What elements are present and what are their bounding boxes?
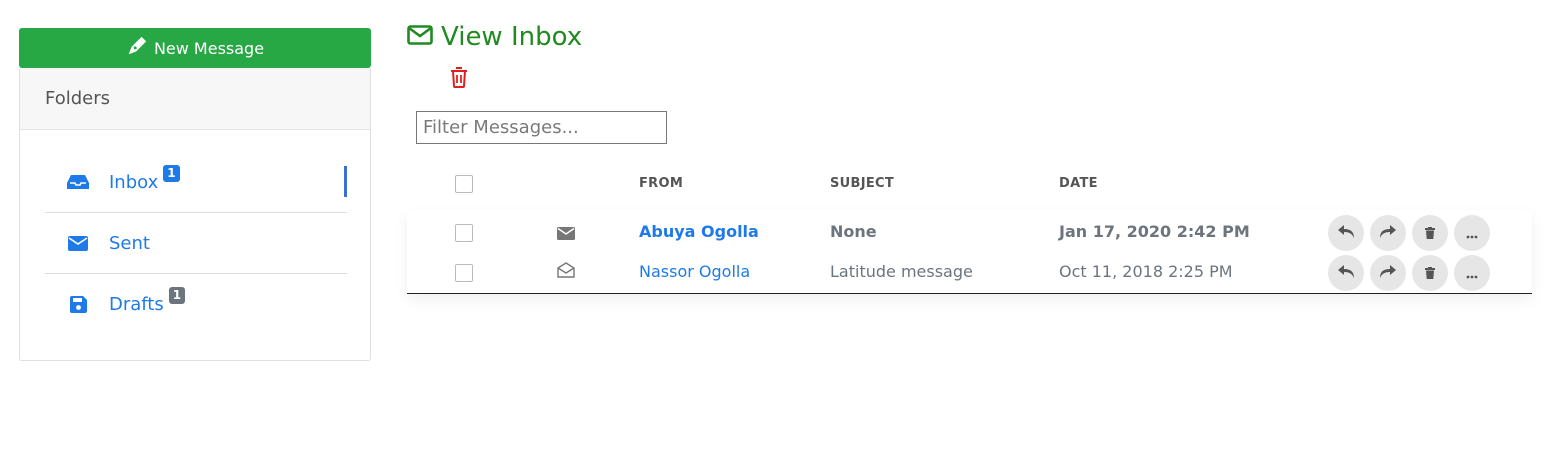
floppy-icon — [67, 296, 89, 313]
message-date: Oct 11, 2018 2:25 PM — [1059, 262, 1233, 281]
message-date: Jan 17, 2020 2:42 PM — [1059, 222, 1250, 241]
ellipsis-icon — [1466, 224, 1478, 243]
active-folder-indicator — [344, 166, 347, 197]
envelope-open-icon — [557, 262, 575, 282]
reply-icon — [1338, 224, 1354, 243]
folder-item-drafts[interactable]: Drafts 1 — [45, 274, 347, 335]
forward-icon — [1380, 264, 1396, 283]
delete-selected-button[interactable] — [450, 67, 468, 92]
new-message-button[interactable]: New Message — [19, 28, 371, 68]
trash-icon — [1425, 224, 1435, 243]
reply-button[interactable] — [1328, 215, 1364, 251]
trash-icon — [1425, 264, 1435, 283]
delete-message-button[interactable] — [1412, 255, 1448, 291]
folders-panel: Folders Inbox 1 Sent Drafts 1 — [19, 68, 371, 361]
delete-message-button[interactable] — [1412, 215, 1448, 251]
page-title: View Inbox — [407, 22, 582, 52]
folders-title: Folders — [20, 68, 370, 130]
envelope-icon — [67, 235, 89, 251]
envelope-outline-icon — [407, 22, 441, 52]
select-all-checkbox[interactable] — [455, 175, 473, 193]
folder-label-sent: Sent — [109, 232, 150, 254]
filter-messages-input[interactable] — [416, 111, 667, 144]
trash-icon — [450, 67, 468, 92]
message-subject[interactable]: Latitude message — [830, 262, 973, 281]
forward-icon — [1380, 224, 1396, 243]
forward-button[interactable] — [1370, 255, 1406, 291]
message-subject[interactable]: None — [830, 222, 877, 241]
new-message-label: New Message — [153, 38, 265, 58]
column-header-from[interactable]: FROM — [639, 176, 683, 191]
folder-item-inbox[interactable]: Inbox 1 — [45, 152, 347, 213]
more-options-button[interactable] — [1454, 215, 1490, 251]
envelope-closed-icon — [557, 225, 575, 244]
column-header-date[interactable]: DATE — [1059, 176, 1098, 191]
more-options-button[interactable] — [1454, 255, 1490, 291]
pen-icon — [126, 35, 154, 61]
message-from[interactable]: Abuya Ogolla — [639, 222, 759, 241]
messages-table — [407, 210, 1532, 294]
reply-button[interactable] — [1328, 255, 1364, 291]
column-header-subject[interactable]: SUBJECT — [830, 176, 894, 191]
message-from[interactable]: Nassor Ogolla — [639, 262, 750, 281]
row-checkbox[interactable] — [455, 264, 473, 282]
forward-button[interactable] — [1370, 215, 1406, 251]
folder-item-sent[interactable]: Sent — [45, 213, 347, 274]
ellipsis-icon — [1466, 264, 1478, 283]
inbox-icon — [67, 174, 89, 190]
inbox-count-badge: 1 — [163, 164, 180, 182]
row-checkbox[interactable] — [455, 224, 473, 242]
page-title-text: View Inbox — [441, 22, 583, 52]
drafts-count-badge: 1 — [168, 287, 186, 304]
reply-icon — [1338, 264, 1354, 283]
folder-label-drafts: Drafts — [109, 294, 164, 315]
folder-label-inbox: Inbox — [109, 171, 159, 193]
